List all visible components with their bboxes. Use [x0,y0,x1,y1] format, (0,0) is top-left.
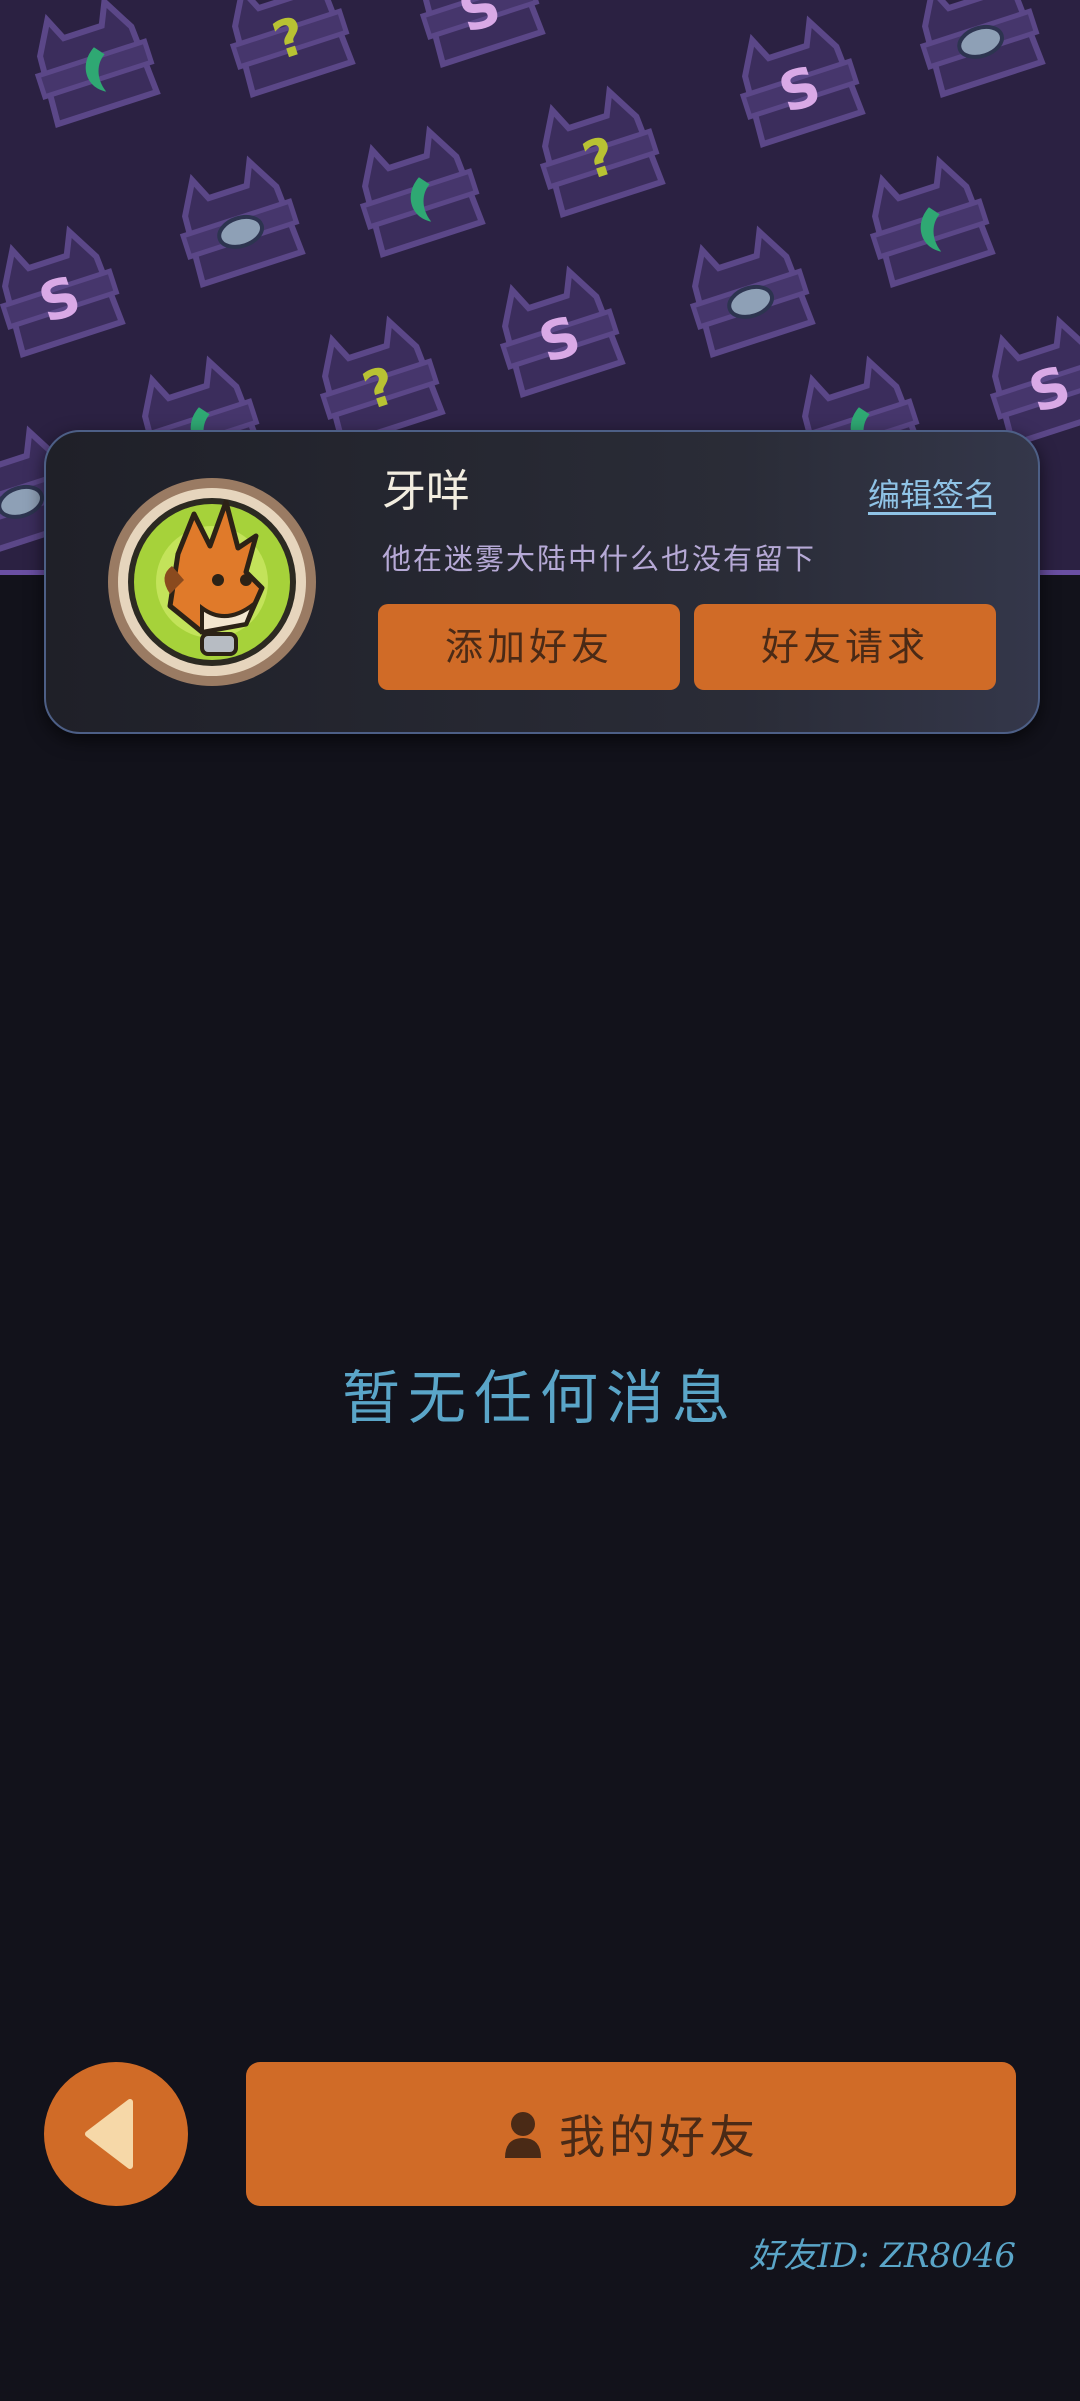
my-friends-button[interactable]: 我的好友 [246,2062,1016,2206]
person-icon [505,2112,541,2158]
profile-card: 牙咩 编辑签名 他在迷雾大陆中什么也没有留下 添加好友 好友请求 [44,430,1040,734]
avatar[interactable] [106,476,318,688]
user-nickname: 牙咩 [382,466,470,517]
friend-id-text: 好友ID: ZR8046 [749,2236,1016,2276]
edit-signature-link[interactable]: 编辑签名 [868,470,996,520]
user-signature: 他在迷雾大陆中什么也没有留下 [382,542,817,576]
add-friend-button[interactable]: 添加好友 [378,604,680,690]
empty-messages-text: 暂无任何消息 [341,1364,738,1432]
friend-requests-button[interactable]: 好友请求 [694,604,996,690]
my-friends-label: 我的好友 [559,2110,759,2164]
back-button[interactable] [44,2062,188,2206]
back-arrow-icon [85,2099,133,2169]
fox-avatar-icon [108,478,316,686]
